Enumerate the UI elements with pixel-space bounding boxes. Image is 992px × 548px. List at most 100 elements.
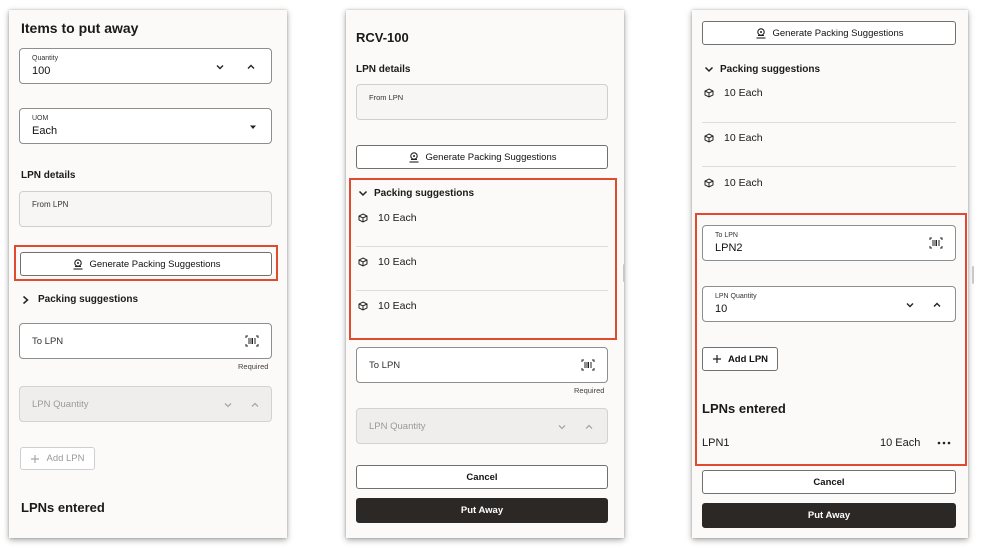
package-icon (704, 88, 714, 98)
suggestion-item[interactable]: 10 Each (704, 132, 763, 144)
chevron-down-icon (358, 189, 368, 198)
to-lpn-field[interactable]: To LPN (19, 323, 272, 359)
put-away-label: Put Away (460, 505, 504, 516)
suggestion-text: 10 Each (724, 132, 763, 144)
divider (702, 166, 956, 167)
chevron-up-icon[interactable] (584, 422, 594, 432)
suggestion-text: 10 Each (378, 212, 417, 224)
lpn-quantity-field[interactable]: LPN Quantity (19, 386, 272, 422)
uom-value: Each (32, 125, 58, 137)
cancel-button[interactable]: Cancel (356, 465, 608, 489)
cancel-button[interactable]: Cancel (702, 470, 956, 494)
from-lpn-field[interactable]: From LPN (19, 191, 272, 227)
plus-icon (30, 454, 40, 464)
barcode-scan-icon[interactable] (929, 237, 943, 249)
suggestion-item[interactable]: 10 Each (358, 212, 417, 224)
put-away-button[interactable]: Put Away (702, 503, 956, 528)
lpn-details-label: LPN details (21, 170, 76, 181)
generate-packing-suggestions-button[interactable]: Generate Packing Suggestions (702, 21, 956, 45)
packing-suggestions-toggle[interactable]: Packing suggestions (704, 64, 820, 75)
chevron-up-icon[interactable] (246, 62, 256, 72)
page-title: Items to put away (21, 20, 139, 36)
package-icon (358, 257, 368, 267)
chevron-down-icon[interactable] (557, 422, 567, 432)
lpns-entered-heading: LPNs entered (21, 500, 105, 515)
panel-items-to-put-away: Items to put away Quantity 100 UOM Each … (9, 10, 287, 538)
packing-robot-icon (72, 258, 84, 270)
lpn-quantity-value: 10 (715, 303, 728, 315)
to-lpn-placeholder: To LPN (32, 336, 64, 347)
quantity-label: Quantity (32, 55, 59, 62)
panel-rcv-100: RCV-100 LPN details From LPN Generate Pa… (346, 10, 624, 538)
dropdown-caret-icon[interactable] (248, 122, 258, 132)
generate-button-label: Generate Packing Suggestions (89, 258, 221, 270)
add-lpn-label: Add LPN (46, 453, 85, 464)
package-icon (704, 133, 714, 143)
add-lpn-label: Add LPN (727, 353, 769, 365)
barcode-scan-icon[interactable] (245, 335, 259, 347)
panel-packing-entered: Generate Packing Suggestions Packing sug… (692, 10, 968, 538)
chevron-down-icon[interactable] (215, 62, 225, 72)
chevron-down-icon[interactable] (905, 300, 915, 310)
suggestion-item[interactable]: 10 Each (358, 256, 417, 268)
chevron-right-icon (21, 295, 30, 305)
required-text: Required (574, 386, 605, 395)
lpn-quantity-stepper[interactable]: LPN Quantity 10 (702, 286, 956, 322)
divider (356, 290, 608, 291)
packing-suggestions-label: Packing suggestions (720, 64, 821, 75)
from-lpn-placeholder: From LPN (32, 200, 69, 209)
to-lpn-field[interactable]: To LPN (356, 347, 608, 383)
suggestion-item[interactable]: 10 Each (704, 177, 763, 189)
lpn-quantity-text: 10 Each (880, 437, 921, 449)
put-away-button[interactable]: Put Away (356, 498, 608, 523)
suggestion-item[interactable]: 10 Each (704, 87, 763, 99)
cancel-label: Cancel (466, 471, 498, 483)
divider (702, 122, 956, 123)
packing-suggestions-toggle[interactable]: Packing suggestions (358, 188, 474, 199)
packing-suggestions-toggle[interactable]: Packing suggestions (21, 294, 138, 305)
lpn-details-label: LPN details (356, 64, 411, 75)
suggestion-item[interactable]: 10 Each (358, 300, 417, 312)
chevron-down-icon[interactable] (223, 400, 233, 410)
scrollbar[interactable] (972, 266, 974, 284)
barcode-scan-icon[interactable] (581, 359, 595, 371)
packing-suggestions-label: Packing suggestions (374, 188, 475, 199)
packing-robot-icon (408, 151, 420, 163)
plus-icon (712, 354, 722, 364)
from-lpn-field[interactable]: From LPN (356, 84, 608, 120)
put-away-label: Put Away (807, 510, 851, 521)
required-text: Required (238, 362, 269, 371)
suggestion-text: 10 Each (724, 87, 763, 99)
suggestion-text: 10 Each (378, 256, 417, 268)
add-lpn-button[interactable]: Add LPN (702, 347, 778, 371)
more-options-icon[interactable] (937, 441, 951, 445)
scrollbar[interactable] (623, 264, 625, 282)
chevron-up-icon[interactable] (932, 300, 942, 310)
package-icon (704, 178, 714, 188)
page-title: RCV-100 (356, 30, 409, 45)
lpn-quantity-label: LPN Quantity (715, 293, 757, 300)
to-lpn-label: To LPN (715, 232, 738, 239)
packing-suggestions-label: Packing suggestions (38, 294, 139, 305)
generate-button-label: Generate Packing Suggestions (425, 151, 557, 163)
chevron-up-icon[interactable] (250, 400, 260, 410)
uom-select[interactable]: UOM Each (19, 108, 272, 144)
lpn-quantity-placeholder: LPN Quantity (32, 399, 89, 410)
generate-packing-suggestions-button[interactable]: Generate Packing Suggestions (356, 145, 608, 169)
package-icon (358, 301, 368, 311)
lpn-name: LPN1 (702, 437, 730, 449)
lpn-quantity-field[interactable]: LPN Quantity (356, 408, 608, 444)
uom-label: UOM (32, 115, 49, 122)
generate-button-label: Generate Packing Suggestions (772, 27, 904, 39)
generate-packing-suggestions-button[interactable]: Generate Packing Suggestions (20, 252, 272, 276)
quantity-stepper[interactable]: Quantity 100 (19, 48, 272, 84)
add-lpn-button[interactable]: Add LPN (20, 447, 95, 470)
to-lpn-field[interactable]: To LPN LPN2 (702, 225, 956, 261)
chevron-down-icon (704, 65, 714, 74)
lpns-entered-heading: LPNs entered (702, 401, 786, 416)
to-lpn-placeholder: To LPN (369, 360, 401, 371)
quantity-value: 100 (32, 65, 51, 77)
lpn-entered-row[interactable]: LPN1 10 Each (702, 436, 956, 452)
to-lpn-value: LPN2 (715, 242, 743, 254)
suggestion-text: 10 Each (724, 177, 763, 189)
